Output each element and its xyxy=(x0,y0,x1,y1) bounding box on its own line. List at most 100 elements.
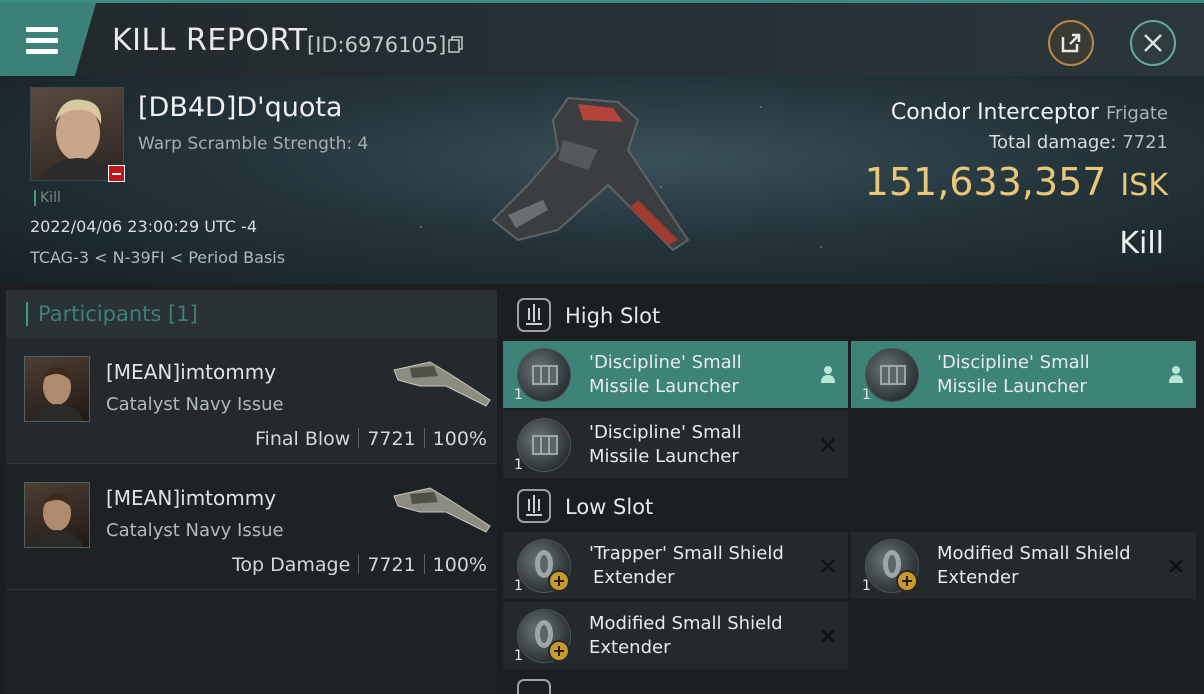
person-icon xyxy=(1169,366,1183,383)
participant-avatar[interactable] xyxy=(24,482,90,548)
module-item[interactable]: 1 'Trapper' Small Shield Extender xyxy=(503,532,848,599)
participant-role: Top Damage xyxy=(232,554,351,576)
stat-divider xyxy=(423,554,425,574)
module-item[interactable]: 1 'Discipline' Small Missile Launcher xyxy=(503,411,848,478)
participant-ship-image xyxy=(393,361,491,407)
participant-damage: 7721 xyxy=(367,554,416,576)
participant-name[interactable]: [MEAN]imtommy xyxy=(106,486,276,510)
shield-extender-icon xyxy=(865,539,919,593)
total-damage: Total damage: 7721 xyxy=(989,132,1168,153)
shield-extender-icon xyxy=(517,539,571,593)
kill-tag: Kill xyxy=(34,190,61,206)
participant-role: Final Blow xyxy=(255,428,351,450)
report-id: [ID:6976105] xyxy=(307,33,447,57)
participant-stats: Final Blow 7721 100% xyxy=(255,428,487,450)
participants-count: [1] xyxy=(168,302,198,326)
plus-badge-icon xyxy=(548,640,570,662)
isk-amount: 151,633,357 xyxy=(864,160,1107,204)
module-name: 'Discipline' Small Missile Launcher xyxy=(589,421,809,469)
stat-divider xyxy=(423,428,425,448)
missile-launcher-glyph xyxy=(532,365,558,385)
menu-button[interactable] xyxy=(0,3,96,76)
module-name-line: Missile Launcher xyxy=(937,376,1087,397)
plus-badge-icon xyxy=(548,570,570,592)
destroyed-x-icon xyxy=(821,559,835,573)
participant-row[interactable]: [MEAN]imtommy Catalyst Navy Issue Top Da… xyxy=(6,464,497,590)
destroyed-x-icon xyxy=(821,438,835,452)
participants-title-text: Participants xyxy=(38,302,162,326)
warp-scramble-strength: Warp Scramble Strength: 4 xyxy=(138,134,369,154)
missile-launcher-glyph xyxy=(532,435,558,455)
module-name: Modified Small Shield Extender xyxy=(937,542,1157,590)
participant-ship[interactable]: Catalyst Navy Issue xyxy=(106,520,284,541)
total-damage-value: 7721 xyxy=(1122,132,1168,153)
module-quantity: 1 xyxy=(514,387,523,403)
destroyed-x-icon xyxy=(821,629,835,643)
victim-banner: [DB4D]D'quota Warp Scramble Strength: 4 … xyxy=(0,76,1204,284)
module-name: 'Discipline' Small Missile Launcher xyxy=(937,351,1157,399)
victim-name[interactable]: [DB4D]D'quota xyxy=(138,92,342,123)
participant-avatar[interactable] xyxy=(24,356,90,422)
module-item[interactable]: 1 Modified Small Shield Extender xyxy=(851,532,1196,599)
module-item[interactable]: 1 'Discipline' Small Missile Launcher xyxy=(503,341,848,408)
victim-ship-name[interactable]: Condor Interceptor Frigate xyxy=(891,100,1168,125)
module-name-line: Modified Small Shield xyxy=(937,543,1131,564)
module-quantity: 1 xyxy=(514,457,523,473)
participant-portrait-image xyxy=(31,366,83,421)
participant-ship[interactable]: Catalyst Navy Issue xyxy=(106,394,284,415)
destroyed-x-icon xyxy=(1169,559,1183,573)
low-slot-icon xyxy=(517,489,551,523)
copy-icon[interactable] xyxy=(448,36,464,54)
participants-title: Participants [1] xyxy=(26,302,198,326)
fitting-panel: High Slot 1 'Discipline' Small Missile L… xyxy=(503,290,1204,694)
person-icon xyxy=(821,366,835,383)
module-name: Modified Small Shield Extender xyxy=(589,612,809,660)
missile-launcher-icon xyxy=(517,418,571,472)
close-button[interactable] xyxy=(1130,20,1176,66)
module-name-line: Extender xyxy=(937,567,1019,588)
module-name-line: Modified Small Shield xyxy=(589,613,783,634)
star xyxy=(420,226,422,228)
module-item[interactable]: 1 Modified Small Shield Extender xyxy=(503,602,848,669)
plus-badge-icon xyxy=(896,570,918,592)
module-name-line: Missile Launcher xyxy=(589,376,739,397)
page-title: KILL REPORT xyxy=(112,23,308,58)
participant-name[interactable]: [MEAN]imtommy xyxy=(106,360,276,384)
isk-unit: ISK xyxy=(1120,168,1168,203)
result-label: Kill xyxy=(1119,226,1164,261)
participants-panel: Participants [1] [MEAN]imtommy Catalyst … xyxy=(6,290,497,694)
module-name-line: 'Discipline' Small xyxy=(937,352,1090,373)
participant-stats: Top Damage 7721 100% xyxy=(232,554,487,576)
victim-ship-image xyxy=(491,96,690,252)
participant-percent: 100% xyxy=(432,428,487,450)
participant-percent: 100% xyxy=(432,554,487,576)
module-name-line: 'Trapper' Small Shield xyxy=(589,543,784,564)
module-name: 'Discipline' Small Missile Launcher xyxy=(589,351,809,399)
low-slot-title: Low Slot xyxy=(565,495,654,519)
total-damage-label: Total damage: xyxy=(989,132,1117,153)
participant-row[interactable]: [MEAN]imtommy Catalyst Navy Issue Final … xyxy=(6,338,497,464)
kill-datetime: 2022/04/06 23:00:29 UTC -4 xyxy=(30,217,258,236)
star xyxy=(820,246,822,248)
destroyed-badge xyxy=(108,165,125,182)
share-button[interactable] xyxy=(1048,20,1094,66)
module-quantity: 1 xyxy=(862,578,871,594)
participant-portrait-image xyxy=(31,492,83,547)
module-name-line: Extender xyxy=(593,567,675,588)
module-quantity: 1 xyxy=(514,648,523,664)
isk-value: 151,633,357 ISK xyxy=(865,160,1168,204)
share-icon xyxy=(1061,33,1081,53)
shield-extender-icon xyxy=(517,609,571,663)
kill-location[interactable]: TCAG-3 < N-39FI < Period Basis xyxy=(30,248,285,267)
hamburger-menu-icon-bar xyxy=(26,49,58,54)
module-name-line: Extender xyxy=(589,637,671,658)
victim-ship-class: Frigate xyxy=(1105,103,1168,124)
mid-slot-icon xyxy=(517,679,551,694)
close-icon xyxy=(1144,34,1162,52)
module-name-line: 'Discipline' Small xyxy=(589,352,742,373)
missile-launcher-glyph xyxy=(880,365,906,385)
hamburger-menu-icon xyxy=(26,27,58,32)
title-bar: KILL REPORT [ID:6976105] xyxy=(0,0,1204,76)
victim-ship-type: Condor Interceptor xyxy=(890,100,1099,125)
module-item[interactable]: 1 'Discipline' Small Missile Launcher xyxy=(851,341,1196,408)
